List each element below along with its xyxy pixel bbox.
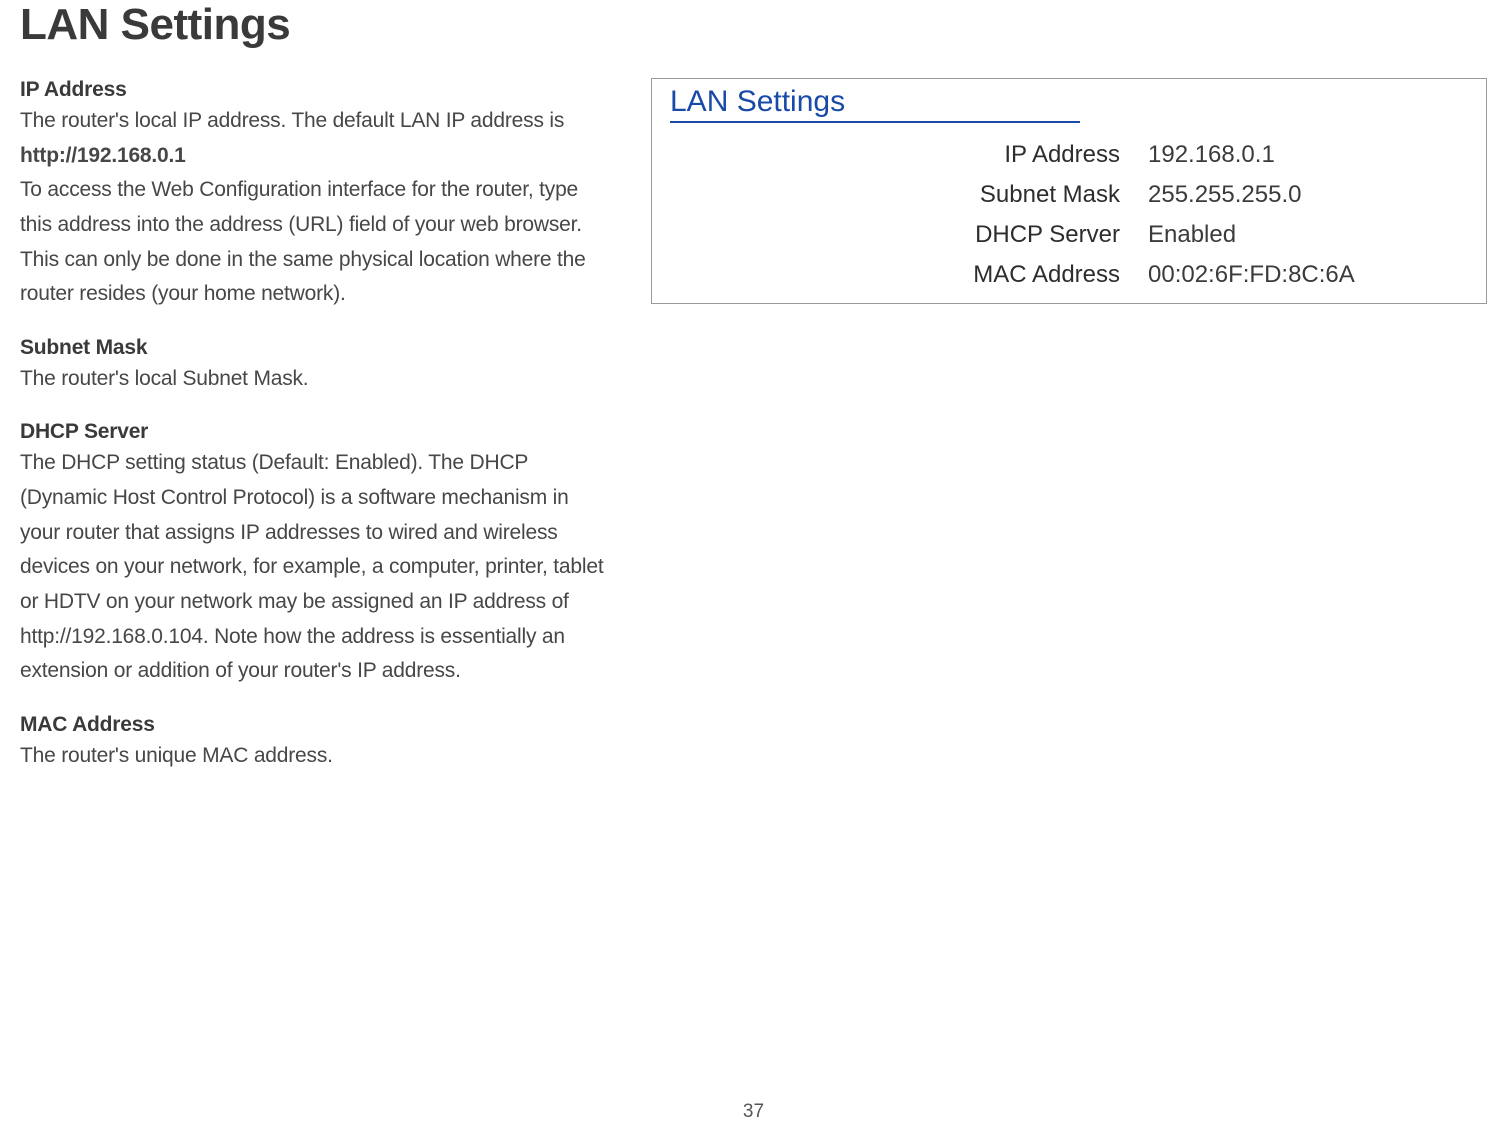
label-mac-address: MAC Address: [670, 261, 1148, 289]
row-ip-address: IP Address 192.168.0.1: [670, 141, 1468, 169]
row-subnet-mask: Subnet Mask 255.255.255.0: [670, 181, 1468, 209]
section-subnet-mask: Subnet Mask The router's local Subnet Ma…: [20, 336, 611, 397]
panel-title: LAN Settings: [670, 85, 1080, 123]
body-ip-address: The router's local IP address. The defau…: [20, 104, 611, 312]
body-mac-address: The router's unique MAC address.: [20, 739, 611, 774]
label-ip-address: IP Address: [670, 141, 1148, 169]
description-column: IP Address The router's local IP address…: [20, 78, 611, 798]
section-dhcp-server: DHCP Server The DHCP setting status (Def…: [20, 420, 611, 688]
row-dhcp-server: DHCP Server Enabled: [670, 221, 1468, 249]
value-subnet-mask: 255.255.255.0: [1148, 181, 1301, 209]
heading-dhcp-server: DHCP Server: [20, 420, 611, 444]
value-mac-address: 00:02:6F:FD:8C:6A: [1148, 261, 1355, 289]
page-title: LAN Settings: [20, 0, 1487, 50]
section-mac-address: MAC Address The router's unique MAC addr…: [20, 713, 611, 774]
body-subnet-mask: The router's local Subnet Mask.: [20, 362, 611, 397]
value-dhcp-server: Enabled: [1148, 221, 1236, 249]
text-ip-address-2: To access the Web Configuration interfac…: [20, 178, 586, 305]
page-number: 37: [0, 1101, 1507, 1123]
heading-subnet-mask: Subnet Mask: [20, 336, 611, 360]
text-ip-address-bold: http://192.168.0.1: [20, 139, 611, 174]
value-ip-address: 192.168.0.1: [1148, 141, 1275, 169]
section-ip-address: IP Address The router's local IP address…: [20, 78, 611, 312]
lan-settings-panel: LAN Settings IP Address 192.168.0.1 Subn…: [651, 78, 1487, 304]
label-subnet-mask: Subnet Mask: [670, 181, 1148, 209]
heading-ip-address: IP Address: [20, 78, 611, 102]
text-ip-address-1: The router's local IP address. The defau…: [20, 109, 564, 132]
body-dhcp-server: The DHCP setting status (Default: Enable…: [20, 446, 611, 688]
heading-mac-address: MAC Address: [20, 713, 611, 737]
label-dhcp-server: DHCP Server: [670, 221, 1148, 249]
row-mac-address: MAC Address 00:02:6F:FD:8C:6A: [670, 261, 1468, 289]
